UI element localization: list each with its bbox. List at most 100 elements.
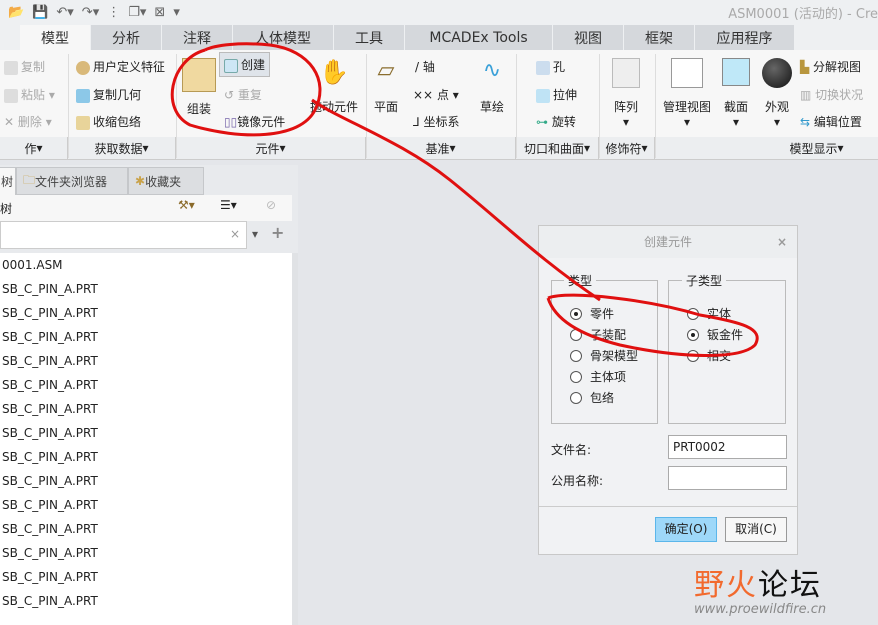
tab-framework[interactable]: 框架 — [624, 25, 695, 50]
model-display-group-footer[interactable]: 模型显示 ▾ — [655, 137, 878, 159]
section-button[interactable]: 截面 ▾ — [722, 58, 750, 129]
modifier-group-footer[interactable]: 修饰符 ▾ — [599, 137, 655, 159]
settings-tools-icon[interactable]: ⚒▾ — [178, 198, 195, 212]
regenerate-icon[interactable]: ⋮ — [107, 5, 120, 20]
show-list-icon[interactable]: ☰▾ — [220, 198, 237, 212]
tree-item[interactable]: SB_C_PIN_A.PRT — [0, 349, 292, 373]
point-button[interactable]: ×× 点 ▾ — [413, 86, 459, 103]
copy-button[interactable]: 复制 — [4, 58, 45, 75]
tree-item[interactable]: SB_C_PIN_A.PRT — [0, 469, 292, 493]
assemble-button[interactable]: 组装 — [182, 58, 216, 117]
windows-icon[interactable]: ❐▾ — [128, 5, 146, 20]
common-name-input[interactable] — [668, 466, 787, 490]
paste-button[interactable]: 粘贴 ▾ — [4, 86, 55, 103]
tab-tools[interactable]: 工具 — [334, 25, 405, 50]
tree-search-input[interactable]: × — [0, 221, 247, 249]
csys-icon: ⅃ — [413, 115, 424, 129]
copy-geometry-icon — [76, 88, 90, 103]
file-name-input[interactable]: PRT0002 — [668, 435, 787, 459]
shrinkwrap-button[interactable]: 收缩包络 — [76, 113, 141, 130]
redo-icon[interactable]: ↷▾ — [82, 5, 99, 20]
tab-view[interactable]: 视图 — [553, 25, 624, 50]
tab-model-tree[interactable]: 树 — [0, 167, 16, 195]
radio-label: 相交 — [707, 349, 732, 363]
datum-group-footer[interactable]: 基准 ▾ — [366, 137, 516, 159]
undo-icon[interactable]: ↶▾ — [56, 5, 73, 20]
revolve-button[interactable]: ⊶ 旋转 — [536, 113, 576, 130]
type-radio[interactable]: 包络 — [570, 389, 614, 406]
folder-icon: 🗀 — [23, 172, 36, 187]
pattern-button[interactable]: 阵列 ▾ — [612, 58, 640, 129]
appearance-button[interactable]: 外观 ▾ — [762, 58, 792, 129]
delete-button[interactable]: ✕ 删除 ▾ — [4, 113, 52, 130]
axis-button[interactable]: / 轴 — [415, 58, 435, 75]
drag-components-button[interactable]: ✋ 拖动元件 — [310, 58, 358, 115]
hole-button[interactable]: 孔 — [536, 58, 565, 75]
tab-analysis[interactable]: 分析 — [91, 25, 162, 50]
type-radio[interactable]: 零件 — [570, 305, 614, 322]
edit-position-button[interactable]: ⇆ 编辑位置 — [800, 113, 862, 130]
explode-view-button[interactable]: ▙ 分解视图 — [800, 58, 861, 75]
operations-group-footer[interactable]: 作 ▾ — [0, 137, 68, 159]
type-radio[interactable]: 骨架模型 — [570, 347, 638, 364]
tab-model[interactable]: 模型 — [20, 25, 91, 50]
hide-tree-icon[interactable]: ⊘ — [266, 198, 276, 212]
component-group-footer[interactable]: 元件 ▾ — [176, 137, 366, 159]
extrude-button[interactable]: 拉伸 — [536, 86, 577, 103]
filter-dropdown-icon[interactable]: ▾ — [252, 227, 258, 241]
add-icon[interactable]: + — [271, 223, 284, 242]
radio-label: 零件 — [590, 307, 615, 321]
toggle-status-button[interactable]: ▥ 切换状况 — [800, 86, 863, 103]
csys-button[interactable]: ⅃ 坐标系 — [413, 113, 460, 130]
tree-item[interactable]: SB_C_PIN_A.PRT — [0, 373, 292, 397]
tab-applications[interactable]: 应用程序 — [695, 25, 795, 50]
tree-item[interactable]: SB_C_PIN_A.PRT — [0, 445, 292, 469]
tree-item[interactable]: SB_C_PIN_A.PRT — [0, 301, 292, 325]
copy-geometry-button[interactable]: 复制几何 — [76, 86, 141, 103]
type-group: 类型 零件 子装配 骨架模型 主体项 包络 — [551, 272, 658, 424]
mirror-icon: ▯▯ — [224, 115, 238, 129]
subtype-radio[interactable]: 钣金件 — [687, 326, 743, 343]
tree-root[interactable]: 0001.ASM — [0, 253, 292, 277]
udf-button[interactable]: 用户定义特征 — [76, 58, 165, 75]
tree-item[interactable]: SB_C_PIN_A.PRT — [0, 565, 292, 589]
tree-item[interactable]: SB_C_PIN_A.PRT — [0, 397, 292, 421]
manage-views-button[interactable]: 管理视图 ▾ — [663, 58, 711, 129]
ok-button[interactable]: 确定(O) — [655, 517, 717, 542]
tree-item[interactable]: SB_C_PIN_A.PRT — [0, 493, 292, 517]
tab-manikin[interactable]: 人体模型 — [233, 25, 334, 50]
customize-icon[interactable]: ▾ — [173, 5, 180, 20]
tree-item[interactable]: SB_C_PIN_A.PRT — [0, 421, 292, 445]
open-icon[interactable]: 📂 — [8, 5, 24, 20]
scrollbar[interactable] — [292, 253, 298, 625]
sketch-button[interactable]: ∿ 草绘 — [480, 58, 504, 115]
mirror-component-button[interactable]: ▯▯镜像元件 — [224, 113, 285, 130]
get-data-group-footer[interactable]: 获取数据 ▾ — [68, 137, 176, 159]
cut-surface-group-footer[interactable]: 切口和曲面 ▾ — [516, 137, 599, 159]
type-radio[interactable]: 子装配 — [570, 326, 626, 343]
hole-icon — [536, 60, 550, 75]
clear-icon[interactable]: × — [230, 227, 240, 241]
tab-annotate[interactable]: 注释 — [162, 25, 233, 50]
tree-item[interactable]: SB_C_PIN_A.PRT — [0, 589, 292, 613]
close-icon[interactable]: × — [777, 226, 787, 258]
cancel-button[interactable]: 取消(C) — [725, 517, 787, 542]
tree-item[interactable]: SB_C_PIN_A.PRT — [0, 517, 292, 541]
close-window-icon[interactable]: ⊠ — [154, 5, 165, 20]
type-radio[interactable]: 主体项 — [570, 368, 626, 385]
tree-item[interactable]: SB_C_PIN_A.PRT — [0, 541, 292, 565]
plane-button[interactable]: ▱ 平面 — [374, 58, 398, 115]
create-component-button[interactable]: 创建 — [219, 52, 271, 77]
tree-item[interactable]: SB_C_PIN_A.PRT — [0, 325, 292, 349]
create-component-dialog: 创建元件 × 类型 零件 子装配 骨架模型 主体项 包络 子类型 实体 钣金件 相交 文件名:… — [538, 225, 798, 555]
tab-folder-browser[interactable]: 🗀 文件夹浏览器 — [16, 167, 128, 195]
subtype-radio[interactable]: 相交 — [687, 347, 731, 364]
subtype-radio[interactable]: 实体 — [687, 305, 731, 322]
tab-favorites[interactable]: ✱ 收藏夹 — [128, 167, 204, 195]
tree-item[interactable]: SB_C_PIN_A.PRT — [0, 277, 292, 301]
save-icon[interactable]: 💾 — [32, 5, 48, 20]
tab-mcadex[interactable]: MCADEx Tools — [405, 25, 553, 50]
repeat-button[interactable]: ↺ 重复 — [224, 86, 262, 103]
delete-icon: ✕ — [4, 115, 18, 129]
file-name-label: 文件名: — [551, 443, 592, 457]
